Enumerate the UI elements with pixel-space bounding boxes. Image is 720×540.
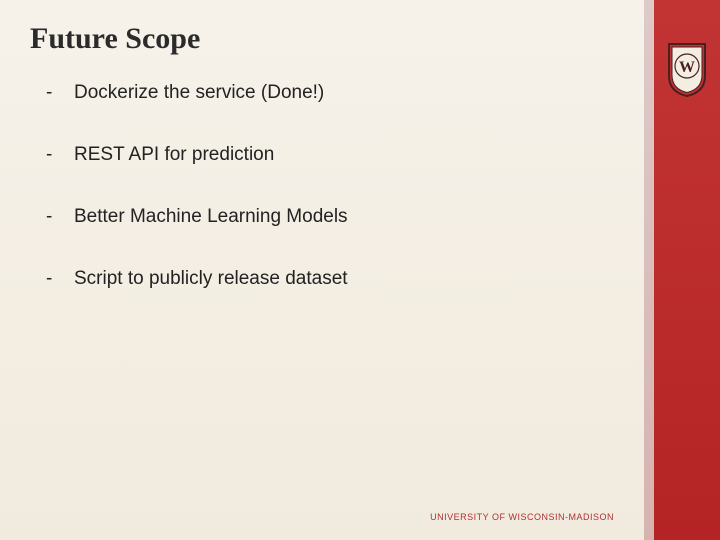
stripe-light (644, 0, 654, 540)
bullet-list: - Dockerize the service (Done!) - REST A… (30, 82, 614, 330)
crest-icon: W (667, 42, 707, 98)
bullet-text: REST API for prediction (74, 144, 274, 166)
list-item: - REST API for prediction (46, 144, 614, 166)
bullet-dash: - (46, 268, 56, 290)
slide-title: Future Scope (30, 22, 614, 56)
sidebar-brand-stripe: W (644, 0, 720, 540)
list-item: - Script to publicly release dataset (46, 268, 614, 290)
bullet-dash: - (46, 144, 56, 166)
bullet-text: Better Machine Learning Models (74, 206, 348, 228)
list-item: - Dockerize the service (Done!) (46, 82, 614, 104)
bullet-dash: - (46, 82, 56, 104)
bullet-text: Dockerize the service (Done!) (74, 82, 324, 104)
footer-text: UNIVERSITY OF WISCONSIN-MADISON (430, 512, 614, 522)
stripe-red: W (654, 0, 720, 540)
bullet-text: Script to publicly release dataset (74, 268, 348, 290)
list-item: - Better Machine Learning Models (46, 206, 614, 228)
slide-content: Future Scope - Dockerize the service (Do… (0, 0, 644, 540)
crest-letter: W (679, 59, 695, 76)
bullet-dash: - (46, 206, 56, 228)
